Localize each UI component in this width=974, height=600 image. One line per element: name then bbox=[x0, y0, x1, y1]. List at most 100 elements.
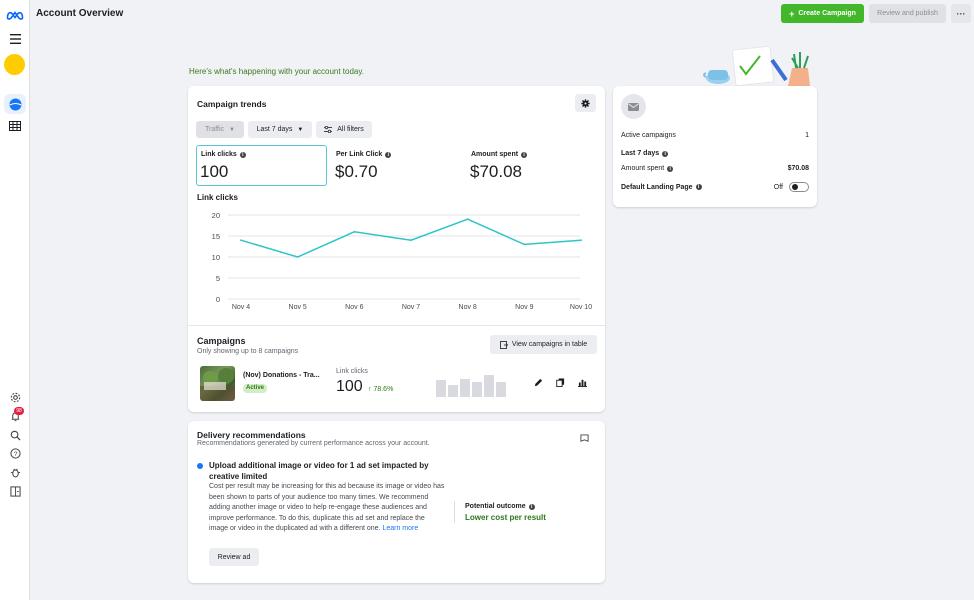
info-icon[interactable]: i bbox=[385, 151, 392, 158]
x-tick-label: Nov 8 bbox=[459, 304, 477, 311]
data-point bbox=[523, 243, 526, 246]
data-point bbox=[410, 239, 412, 242]
spark-bar bbox=[472, 382, 482, 397]
metric-label-text: Per Link Click bbox=[336, 151, 383, 158]
active-campaigns-value: 1 bbox=[805, 132, 809, 139]
data-point bbox=[240, 239, 242, 242]
bug-icon[interactable] bbox=[7, 464, 23, 480]
y-tick-label: 20 bbox=[212, 211, 220, 220]
account-overview-icon[interactable] bbox=[7, 96, 23, 112]
series-line bbox=[240, 218, 582, 258]
spark-bar bbox=[448, 385, 458, 397]
potential-outcome-label-text: Potential outcome bbox=[465, 503, 526, 510]
default-landing-page-row: Default Landing Page i Off bbox=[621, 182, 809, 192]
review-ad-button[interactable]: Review ad bbox=[209, 548, 259, 566]
recommendation-title: Upload additional image or video for 1 a… bbox=[209, 461, 429, 481]
campaigns-title: Campaigns bbox=[197, 336, 246, 346]
duplicate-icon[interactable] bbox=[554, 376, 566, 388]
potential-outcome-label: Potential outcome i bbox=[465, 503, 535, 510]
y-tick-label: 10 bbox=[212, 253, 220, 262]
active-campaigns-label: Active campaigns bbox=[621, 132, 676, 139]
spark-bar bbox=[460, 379, 470, 397]
amount-spent-value: $70.08 bbox=[787, 165, 809, 172]
data-point bbox=[466, 218, 469, 221]
x-tick-label: Nov 10 bbox=[570, 304, 592, 311]
amount-spent-row: Amount spent i $70.08 bbox=[621, 165, 809, 172]
bar-chart-icon[interactable] bbox=[576, 376, 588, 388]
metric-label-text: Link clicks bbox=[201, 151, 237, 158]
x-tick-label: Nov 5 bbox=[289, 304, 307, 311]
arrow-up-icon: ↑ bbox=[368, 386, 372, 393]
campaign-name[interactable]: (Nov) Donations - Tra... bbox=[243, 372, 320, 379]
book-icon[interactable] bbox=[580, 434, 589, 445]
caret-down-icon: ▼ bbox=[297, 126, 304, 133]
spark-bar bbox=[436, 380, 446, 397]
metric-amount-spent-label[interactable]: Amount spent i bbox=[471, 151, 528, 158]
learn-more-link[interactable]: Learn more bbox=[382, 525, 418, 532]
data-point bbox=[353, 230, 356, 233]
avatar[interactable] bbox=[4, 54, 25, 75]
info-icon[interactable]: i bbox=[521, 151, 528, 158]
info-icon[interactable]: i bbox=[528, 503, 535, 510]
view-campaigns-in-table-button[interactable]: View campaigns in table bbox=[490, 335, 597, 354]
menu-icon[interactable] bbox=[7, 31, 23, 47]
date-range-label: Last 7 days bbox=[256, 126, 293, 133]
create-campaign-button[interactable]: + Create Campaign bbox=[781, 4, 864, 23]
potential-outcome-value: Lower cost per result bbox=[465, 513, 546, 522]
spark-bar bbox=[496, 382, 506, 397]
active-campaigns-row: Active campaigns 1 bbox=[621, 132, 809, 139]
chart-title: Link clicks bbox=[197, 193, 238, 202]
filter-sliders-icon bbox=[324, 126, 333, 133]
status-badge: Active bbox=[243, 384, 268, 393]
metric-per-link-click-label[interactable]: Per Link Click i bbox=[336, 151, 392, 158]
delivery-recommendations-card: Delivery recommendations Recommendations… bbox=[188, 421, 605, 583]
trends-settings-button[interactable] bbox=[575, 94, 596, 112]
spark-bar bbox=[484, 375, 494, 397]
y-tick-label: 0 bbox=[216, 295, 220, 304]
left-nav-rail: 98 ? bbox=[0, 0, 30, 600]
info-icon[interactable]: i bbox=[662, 150, 669, 157]
info-icon[interactable]: i bbox=[239, 151, 246, 158]
table-icon[interactable] bbox=[7, 118, 23, 134]
metric-amount-spent-value: $70.08 bbox=[470, 162, 522, 181]
landing-page-toggle[interactable] bbox=[789, 182, 809, 192]
info-icon[interactable]: i bbox=[695, 184, 702, 190]
gear-icon bbox=[581, 98, 590, 108]
objective-filter-dropdown[interactable]: Traffic ▼ bbox=[196, 121, 244, 138]
metric-label-text: Amount spent bbox=[471, 151, 519, 158]
campaign-metric-value: 100 bbox=[336, 378, 363, 395]
search-icon[interactable] bbox=[7, 427, 23, 443]
svg-text:?: ? bbox=[13, 450, 17, 457]
meta-logo-icon[interactable] bbox=[6, 7, 24, 23]
page-title: Account Overview bbox=[36, 8, 124, 19]
edit-pencil-icon[interactable] bbox=[532, 376, 544, 388]
amount-spent-label: Amount spent bbox=[621, 165, 665, 172]
y-tick-label: 5 bbox=[216, 274, 220, 283]
campaign-metric-label: Link clicks bbox=[336, 368, 368, 375]
envelope-icon bbox=[628, 102, 639, 111]
campaign-thumbnail[interactable] bbox=[200, 366, 235, 401]
link-clicks-line-chart: 0 5 10 15 20 Nov 4 Nov 5 Nov 6 Nov 7 Nov 8 Nov 9 No… bbox=[212, 211, 593, 311]
campaigns-subtitle: Only showing up to 8 campaigns bbox=[197, 348, 299, 355]
x-tick-label: Nov 4 bbox=[232, 304, 250, 311]
landing-page-state: Off bbox=[773, 183, 783, 191]
y-tick-label: 15 bbox=[212, 232, 220, 241]
help-icon[interactable]: ? bbox=[7, 445, 23, 461]
date-range-dropdown[interactable]: Last 7 days ▼ bbox=[248, 121, 312, 138]
metric-link-clicks-label[interactable]: Link clicks i bbox=[201, 151, 246, 158]
recommendation-bullet bbox=[197, 463, 203, 469]
settings-icon[interactable] bbox=[7, 389, 23, 405]
create-campaign-label: Create Campaign bbox=[798, 10, 856, 17]
all-filters-button[interactable]: All filters bbox=[316, 121, 372, 138]
plus-icon: + bbox=[789, 8, 795, 19]
panel-toggle-icon[interactable] bbox=[7, 483, 23, 499]
review-and-publish-button[interactable]: Review and publish bbox=[869, 4, 946, 23]
header-illustration bbox=[700, 44, 812, 87]
campaign-trends-card: Campaign trends Traffic ▼ Last 7 days ▼ … bbox=[188, 86, 605, 412]
more-options-button[interactable]: ··· bbox=[951, 4, 971, 23]
account-summary-card: Active campaigns 1 Last 7 days i Amount … bbox=[613, 86, 817, 207]
objective-filter-label: Traffic bbox=[204, 126, 225, 133]
outcome-divider bbox=[454, 501, 455, 523]
campaign-trends-title: Campaign trends bbox=[197, 99, 267, 109]
info-icon[interactable]: i bbox=[667, 165, 674, 172]
